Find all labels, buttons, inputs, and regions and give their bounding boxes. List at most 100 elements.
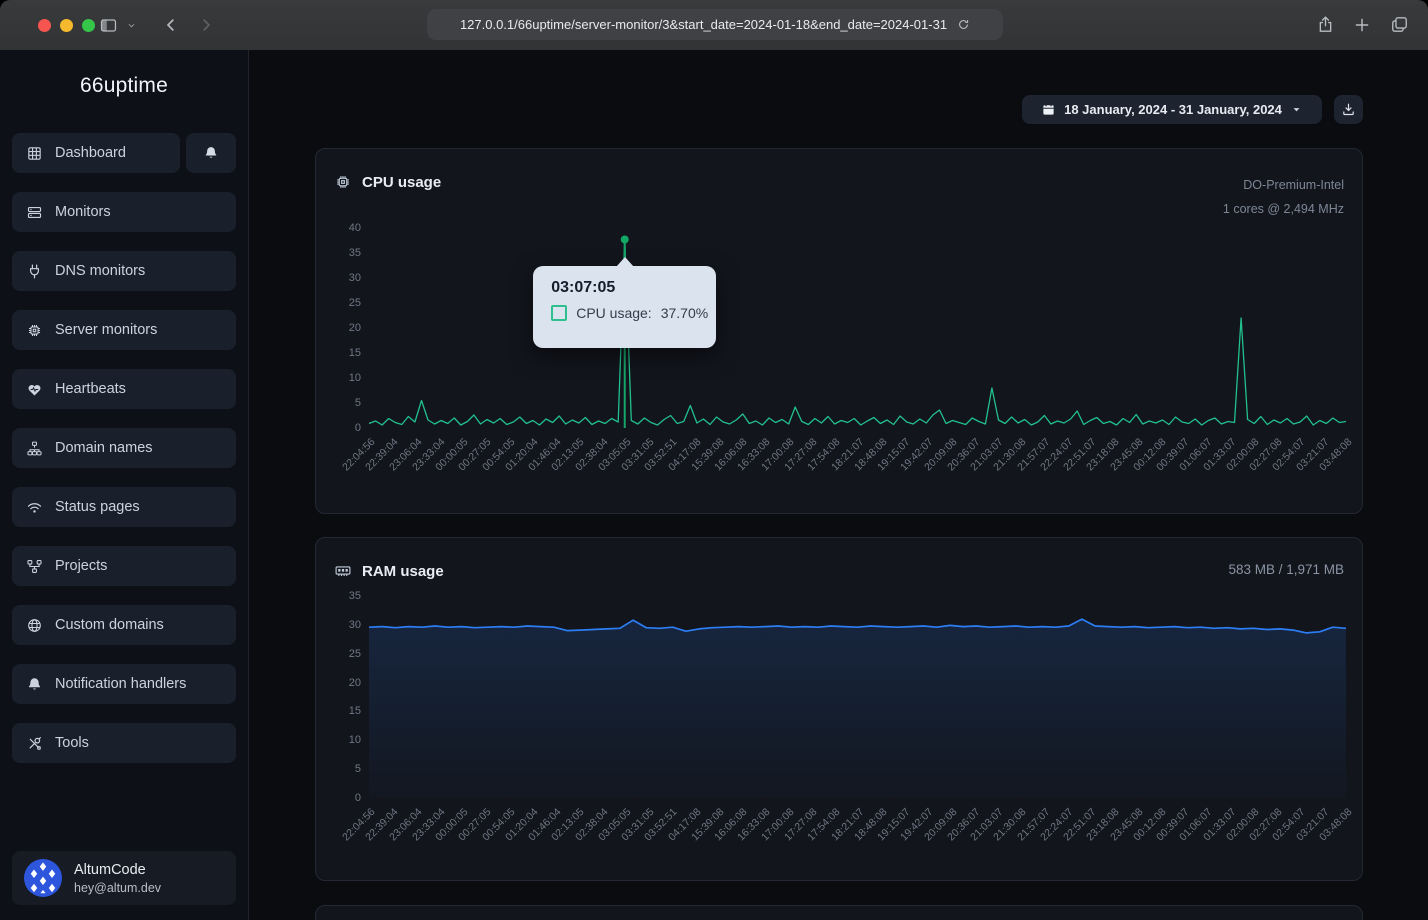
date-range-picker[interactable]: 18 January, 2024 - 31 January, 2024 xyxy=(1022,95,1322,124)
user-name: AltumCode xyxy=(74,861,161,880)
cpu-chip-icon xyxy=(334,173,352,191)
sidebar-item-label: Server monitors xyxy=(55,322,157,338)
sidebar-item-domain-names[interactable]: Domain names xyxy=(12,428,236,468)
tooltip-time: 03:07:05 xyxy=(551,279,716,297)
y-axis-tick: 15 xyxy=(321,704,361,718)
url-bar[interactable]: 127.0.0.1/66uptime/server-monitor/3&star… xyxy=(427,9,1003,40)
y-axis-tick: 40 xyxy=(321,221,361,235)
reload-icon[interactable] xyxy=(957,18,970,31)
cpu-card-title: CPU usage xyxy=(362,174,441,191)
ram-usage-value: 583 MB / 1,971 MB xyxy=(1228,562,1344,577)
sidebar-item-label: Monitors xyxy=(55,204,111,220)
sidebar: 66uptime Dashboard Monitors DNS monitors Se… xyxy=(0,50,249,920)
y-axis-tick: 30 xyxy=(321,618,361,632)
sidebar-item-dashboard[interactable]: Dashboard xyxy=(12,133,180,173)
sidebar-nav: Dashboard Monitors DNS monitors Server moni… xyxy=(12,133,236,782)
cpu-card-meta: DO-Premium-Intel 1 cores @ 2,494 MHz xyxy=(1223,173,1344,221)
y-axis-tick: 10 xyxy=(321,733,361,747)
y-axis-tick: 5 xyxy=(321,396,361,410)
forward-icon[interactable] xyxy=(197,16,215,34)
close-button[interactable] xyxy=(38,19,51,32)
server-icon xyxy=(26,204,43,221)
tooltip-value: 37.70% xyxy=(661,305,708,321)
heartbeat-icon xyxy=(26,381,43,398)
sidebar-item-label: Tools xyxy=(55,735,89,751)
plug-icon xyxy=(26,263,43,280)
user-email: hey@altum.dev xyxy=(74,880,161,896)
sidebar-item-label: Dashboard xyxy=(55,145,126,161)
sidebar-item-label: Heartbeats xyxy=(55,381,126,397)
show-tabs-icon[interactable] xyxy=(1390,15,1409,34)
cpu-usage-card: CPU usage DO-Premium-Intel 1 cores @ 2,4… xyxy=(315,148,1363,514)
y-axis-tick: 30 xyxy=(321,271,361,285)
notifications-button[interactable] xyxy=(186,133,236,173)
sidebar-item-status-pages[interactable]: Status pages xyxy=(12,487,236,527)
y-axis-tick: 35 xyxy=(321,589,361,603)
y-axis-tick: 0 xyxy=(321,421,361,435)
toolbar-chevron-icon[interactable] xyxy=(126,20,137,31)
bell-icon xyxy=(26,676,43,693)
globe-icon xyxy=(26,617,43,634)
ram-chart-plot[interactable] xyxy=(369,596,1346,798)
sidebar-item-label: Notification handlers xyxy=(55,676,186,692)
y-axis-tick: 0 xyxy=(321,791,361,805)
browser-chrome: 127.0.0.1/66uptime/server-monitor/3&star… xyxy=(0,0,1428,51)
tools-icon xyxy=(26,735,43,752)
sidebar-item-projects[interactable]: Projects xyxy=(12,546,236,586)
cpu-chart-plot[interactable] xyxy=(369,228,1346,428)
server-name: DO-Premium-Intel xyxy=(1223,173,1344,197)
minimize-button[interactable] xyxy=(60,19,73,32)
calendar-icon xyxy=(1041,102,1056,117)
sidebar-toggle-icon[interactable] xyxy=(99,16,118,35)
y-axis-tick: 25 xyxy=(321,647,361,661)
cpu-spec: 1 cores @ 2,494 MHz xyxy=(1223,197,1344,221)
browser-window: 127.0.0.1/66uptime/server-monitor/3&star… xyxy=(0,0,1428,920)
y-axis-tick: 20 xyxy=(321,676,361,690)
chip-icon xyxy=(26,322,43,339)
project-icon xyxy=(26,558,43,575)
tooltip-series-label: CPU usage: xyxy=(576,305,651,321)
sidebar-item-label: Projects xyxy=(55,558,107,574)
share-icon[interactable] xyxy=(1316,15,1335,34)
zoom-button[interactable] xyxy=(82,19,95,32)
y-axis-tick: 35 xyxy=(321,246,361,260)
chart-marker-dot xyxy=(621,236,629,244)
tooltip-series-swatch xyxy=(551,305,567,321)
y-axis-tick: 15 xyxy=(321,346,361,360)
caret-down-icon xyxy=(1290,103,1303,116)
back-icon[interactable] xyxy=(162,16,180,34)
wifi-icon xyxy=(26,499,43,516)
sidebar-item-label: Custom domains xyxy=(55,617,164,633)
date-range-label: 18 January, 2024 - 31 January, 2024 xyxy=(1064,102,1282,117)
sidebar-item-monitors[interactable]: Monitors xyxy=(12,192,236,232)
sidebar-item-tools[interactable]: Tools xyxy=(12,723,236,763)
app-logo: 66uptime xyxy=(0,74,248,98)
user-card[interactable]: AltumCode hey@altum.dev xyxy=(12,851,236,905)
user-avatar xyxy=(24,859,62,897)
sidebar-item-heartbeats[interactable]: Heartbeats xyxy=(12,369,236,409)
new-tab-icon[interactable] xyxy=(1353,16,1371,34)
download-icon xyxy=(1341,102,1356,117)
ram-card-title: RAM usage xyxy=(362,563,444,580)
sidebar-item-label: Domain names xyxy=(55,440,153,456)
sitemap-icon xyxy=(26,440,43,457)
y-axis-tick: 5 xyxy=(321,762,361,776)
main-content: 18 January, 2024 - 31 January, 2024 CPU … xyxy=(249,50,1428,920)
sidebar-item-label: DNS monitors xyxy=(55,263,145,279)
chart-tooltip: 03:07:05 CPU usage: 37.70% xyxy=(533,266,716,348)
y-axis-tick: 10 xyxy=(321,371,361,385)
sidebar-item-notification-handlers[interactable]: Notification handlers xyxy=(12,664,236,704)
ram-stick-icon xyxy=(334,562,352,580)
next-card-partial xyxy=(315,905,1363,920)
sidebar-item-custom-domains[interactable]: Custom domains xyxy=(12,605,236,645)
window-controls xyxy=(38,19,95,32)
export-button[interactable] xyxy=(1334,95,1363,124)
ram-usage-card: RAM usage 583 MB / 1,971 MB 0 5 10 15 20 25 30… xyxy=(315,537,1363,881)
sidebar-item-dns-monitors[interactable]: DNS monitors xyxy=(12,251,236,291)
y-axis-tick: 25 xyxy=(321,296,361,310)
grid-icon xyxy=(26,145,43,162)
sidebar-item-label: Status pages xyxy=(55,499,140,515)
bell-icon xyxy=(203,145,219,161)
sidebar-item-server-monitors[interactable]: Server monitors xyxy=(12,310,236,350)
url-text: 127.0.0.1/66uptime/server-monitor/3&star… xyxy=(460,17,947,32)
